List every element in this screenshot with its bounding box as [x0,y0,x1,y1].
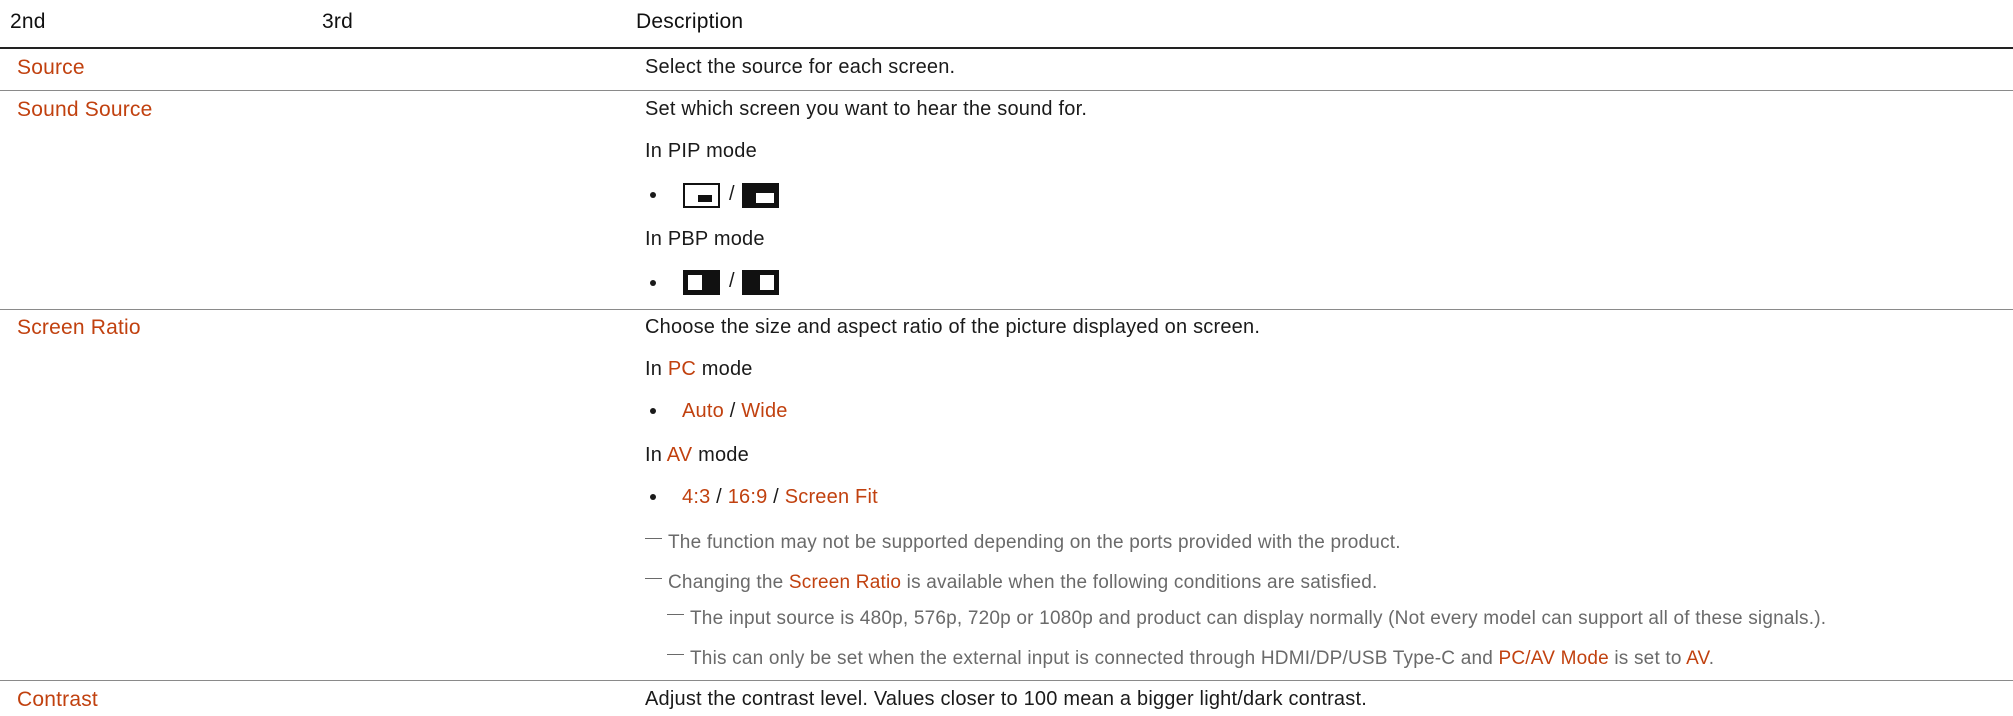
note-input-source: The input source is 480p, 576p, 720p or … [667,608,1826,630]
icon-separator: / [729,270,735,292]
source-description: Select the source for each screen. [645,56,956,78]
note-ports: The function may not be supported depend… [645,532,1401,554]
pbp-right-active-icon [742,270,779,295]
row-divider [0,90,2013,91]
contrast-description: Adjust the contrast level. Values closer… [645,688,1367,710]
pc-mode-line: In PC mode [645,358,753,380]
row-label-contrast: Contrast [17,688,98,711]
pip-small-window-icon [683,183,720,208]
pc-mode-options: Auto / Wide [682,400,788,422]
icon-separator: / [729,183,735,205]
pip-mode-label: In PIP mode [645,140,757,162]
bullet [650,494,656,500]
bullet [650,192,656,198]
row-divider [0,680,2013,681]
av-mode-line: In AV mode [645,444,749,466]
row-divider [0,309,2013,310]
row-label-sound-source: Sound Source [17,98,153,121]
screen-ratio-description: Choose the size and aspect ratio of the … [645,316,1261,338]
row-label-screen-ratio: Screen Ratio [17,316,141,339]
pbp-mode-label: In PBP mode [645,228,765,250]
pbp-left-active-icon [683,270,720,295]
bullet [650,408,656,414]
sound-source-description: Set which screen you want to hear the so… [645,98,1088,120]
col-header-3rd: 3rd [322,10,353,33]
note-external-input: This can only be set when the external i… [667,648,1714,670]
col-header-2nd: 2nd [10,10,46,33]
header-rule [0,47,2013,49]
row-label-source: Source [17,56,85,79]
col-header-description: Description [636,10,744,33]
av-mode-options: 4:3 / 16:9 / Screen Fit [682,486,878,508]
pip-large-window-icon [742,183,779,208]
bullet [650,280,656,286]
note-conditions: Changing the Screen Ratio is available w… [645,572,1377,594]
